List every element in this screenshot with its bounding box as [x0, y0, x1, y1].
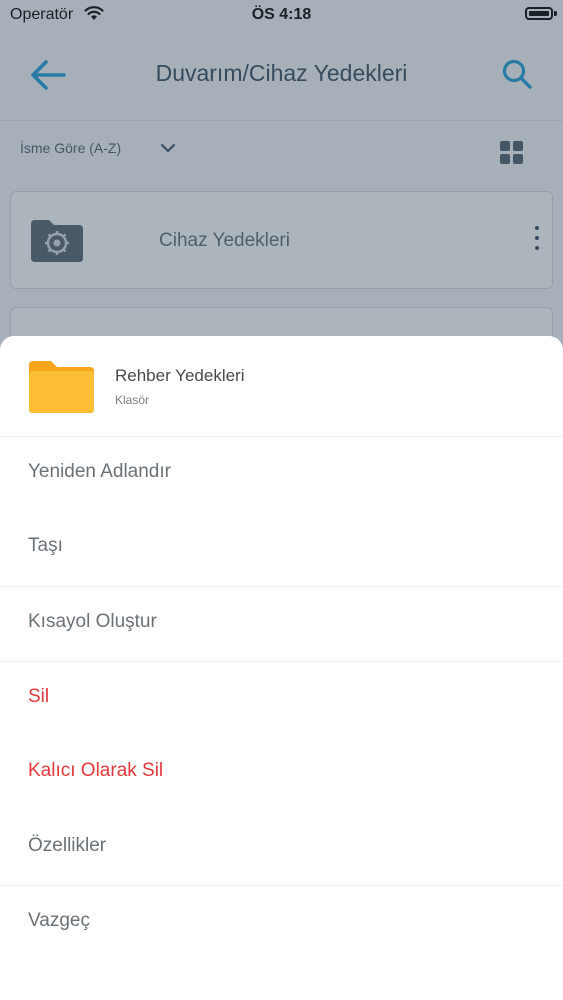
delete-permanently-button[interactable]: Kalıcı Olarak Sil: [0, 736, 563, 810]
create-shortcut-button[interactable]: Kısayol Oluştur: [0, 586, 563, 661]
rename-button[interactable]: Yeniden Adlandır: [0, 437, 563, 511]
item-name: Rehber Yedekleri: [115, 366, 245, 385]
action-sheet-header: Rehber Yedekleri Klasör: [0, 336, 563, 437]
move-button[interactable]: Taşı: [0, 511, 563, 585]
properties-button[interactable]: Özellikler: [0, 811, 563, 885]
delete-button[interactable]: Sil: [0, 661, 563, 736]
action-label: Vazgeç: [28, 910, 90, 931]
action-label: Özellikler: [28, 835, 107, 856]
action-label: Taşı: [28, 535, 63, 556]
action-label: Kalıcı Olarak Sil: [28, 760, 164, 781]
item-type: Klasör: [115, 393, 150, 407]
action-sheet: Rehber Yedekleri Klasör Yeniden Adlandır…: [0, 336, 563, 1000]
action-label: Kısayol Oluştur: [28, 611, 157, 632]
cancel-button[interactable]: Vazgeç: [0, 885, 563, 960]
folder-icon: [29, 361, 94, 413]
action-label: Sil: [28, 686, 50, 707]
action-label: Yeniden Adlandır: [28, 461, 171, 482]
